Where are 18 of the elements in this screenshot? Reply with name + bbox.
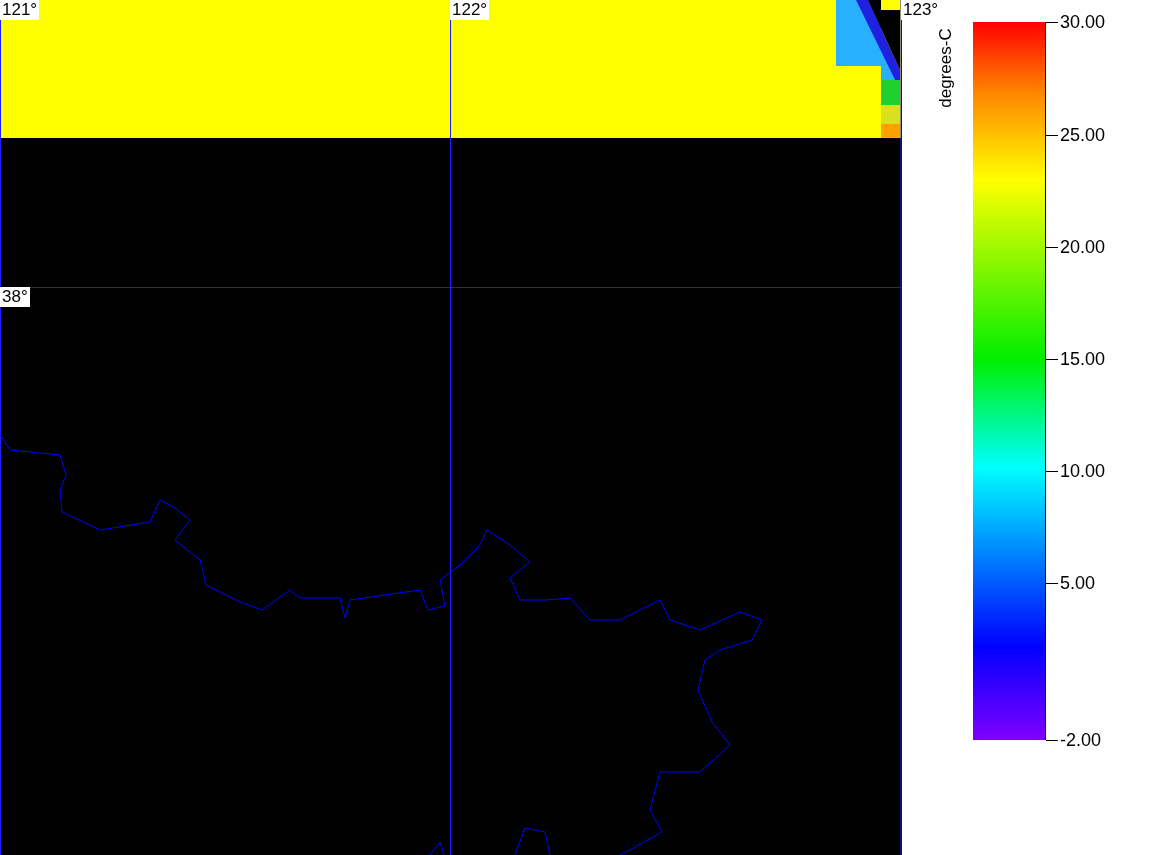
tick-label: 30.00 xyxy=(1060,12,1106,32)
tick-mark xyxy=(1046,358,1058,360)
tick-mark xyxy=(1046,470,1058,472)
latitude-label: 38° xyxy=(0,287,30,307)
longitude-label: 122° xyxy=(450,0,490,20)
longitude-label: 121° xyxy=(0,0,40,20)
tick-label: 5.00 xyxy=(1060,573,1096,594)
tick-label: 15.00 xyxy=(1060,348,1106,369)
tick-label: 20.00 xyxy=(1060,236,1106,257)
tick-mark xyxy=(1046,22,1058,23)
tick-label: -2.00 xyxy=(1060,730,1102,750)
tick-mark xyxy=(1046,134,1058,136)
colorbar-title: degrees-C xyxy=(936,28,956,108)
tick-mark xyxy=(1046,246,1058,248)
tick-mark xyxy=(1046,583,1058,585)
tick-label: 25.00 xyxy=(1060,124,1106,145)
tick-label: 10.00 xyxy=(1060,460,1106,481)
tick-mark xyxy=(1046,740,1058,741)
